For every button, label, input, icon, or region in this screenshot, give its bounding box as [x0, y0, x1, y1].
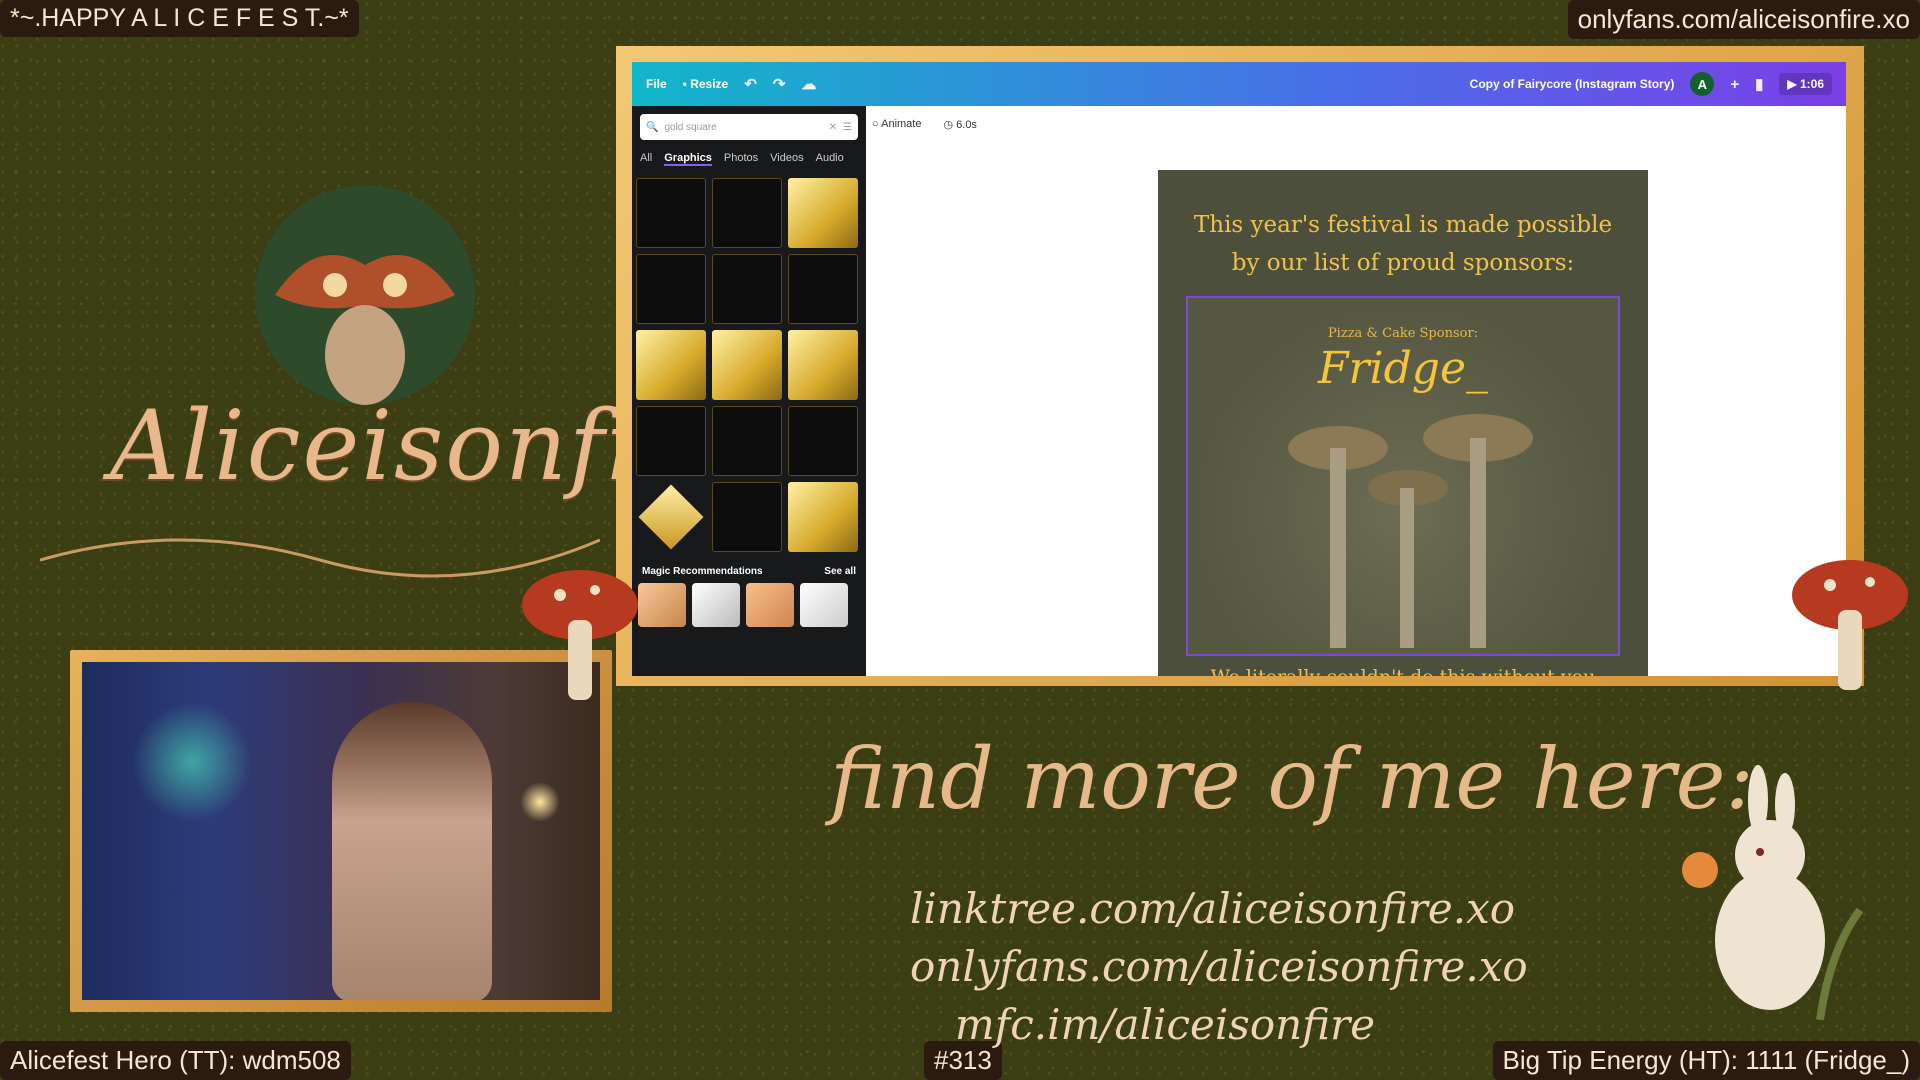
graphics-search-box[interactable]: 🔍 gold square ✕ ☰: [640, 114, 858, 140]
bunny-illustration: [1682, 765, 1864, 1020]
duration-button[interactable]: ◷ 6.0s: [943, 118, 976, 131]
webcam-feed: [82, 662, 600, 1000]
moth-mask-illustration: [255, 185, 475, 405]
mushroom-decoration-right: [1792, 560, 1908, 690]
logo-area: Aliceisonfire: [40, 60, 744, 580]
clock-icon: ◷: [943, 119, 954, 131]
magic-recommendations-header: Magic Recommendations See all: [632, 560, 866, 583]
promo-links: linktree.com/aliceisonfire.xo onlyfans.c…: [910, 880, 1528, 1054]
media-tabs: All Graphics Photos Videos Audio: [632, 148, 866, 170]
find-more-headline: find more of me here:: [830, 730, 1754, 828]
filter-icon[interactable]: ☰: [843, 122, 852, 133]
graphic-tile[interactable]: [712, 406, 782, 476]
graphic-tile[interactable]: [712, 254, 782, 324]
recommendation-tile[interactable]: [692, 583, 740, 627]
graphic-tile[interactable]: [712, 178, 782, 248]
graphic-tile[interactable]: [636, 178, 706, 248]
graphic-tile[interactable]: [712, 482, 782, 552]
mfc-link: mfc.im/aliceisonfire: [954, 1000, 1376, 1049]
sponsor-box[interactable]: Pizza & Cake Sponsor: Fridge_: [1186, 296, 1620, 656]
tab-photos[interactable]: Photos: [724, 152, 758, 166]
graphic-tile[interactable]: [636, 406, 706, 476]
graphic-tile[interactable]: [788, 482, 858, 552]
animate-icon: ○: [872, 118, 879, 130]
cloud-sync-icon[interactable]: ☁: [801, 75, 816, 93]
graphic-tile[interactable]: [788, 254, 858, 324]
resize-button[interactable]: • Resize: [683, 77, 729, 91]
graphic-tile[interactable]: [788, 178, 858, 248]
canva-editor: File • Resize ↶ ↷ ☁ Copy of Fairycore (I…: [632, 62, 1846, 676]
recommendation-tile[interactable]: [800, 583, 848, 627]
user-avatar[interactable]: A: [1690, 72, 1715, 96]
canva-screen-frame: File • Resize ↶ ↷ ☁ Copy of Fairycore (I…: [616, 46, 1864, 686]
graphic-tile[interactable]: [636, 482, 706, 552]
graphic-tile[interactable]: [788, 406, 858, 476]
alicefest-hero-label: Alicefest Hero (TT): wdm508: [0, 1041, 351, 1080]
neon-light: [132, 702, 252, 822]
clear-search-icon[interactable]: ✕: [829, 122, 837, 133]
magic-recommendations-title: Magic Recommendations: [642, 566, 763, 577]
canva-topbar: File • Resize ↶ ↷ ☁ Copy of Fairycore (I…: [632, 62, 1846, 106]
insights-chart-icon[interactable]: ▮: [1755, 75, 1763, 93]
design-footer[interactable]: We literally couldn't do this without yo…: [1158, 666, 1648, 676]
graphic-tile[interactable]: [636, 254, 706, 324]
recommendation-tile[interactable]: [638, 583, 686, 627]
document-title[interactable]: Copy of Fairycore (Instagram Story): [1470, 77, 1675, 91]
festival-title-label: *~.HAPPY A L I C E F E S T.~*: [0, 0, 359, 37]
undo-icon[interactable]: ↶: [744, 75, 757, 93]
magic-recommendations-row: [632, 583, 866, 627]
canva-toolbar: ○ Animate ◷ 6.0s: [872, 118, 977, 131]
animate-button[interactable]: ○ Animate: [872, 118, 921, 131]
vine-decoration: [40, 538, 600, 578]
lamp-light: [520, 782, 560, 822]
canva-sidebar: 🔍 gold square ✕ ☰ All Graphics Photos Vi…: [632, 106, 866, 676]
sponsor-label[interactable]: Pizza & Cake Sponsor:: [1188, 326, 1618, 341]
file-menu-button[interactable]: File: [646, 77, 667, 91]
tab-graphics[interactable]: Graphics: [664, 152, 712, 166]
tab-audio[interactable]: Audio: [816, 152, 844, 166]
present-play-button[interactable]: ▶ 1:06: [1779, 73, 1832, 95]
design-heading[interactable]: This year's festival is made possible by…: [1158, 206, 1648, 282]
sponsor-name[interactable]: Fridge_: [1188, 343, 1618, 394]
onlyfans-link: onlyfans.com/aliceisonfire.xo: [910, 942, 1528, 991]
tab-videos[interactable]: Videos: [770, 152, 803, 166]
graphics-grid: [632, 170, 866, 560]
graphic-tile[interactable]: [788, 330, 858, 400]
graphic-tile[interactable]: [636, 330, 706, 400]
tab-all[interactable]: All: [640, 152, 652, 166]
onlyfans-link-label: onlyfans.com/aliceisonfire.xo: [1567, 0, 1920, 39]
see-all-link[interactable]: See all: [824, 566, 856, 577]
mushroom-decoration-left: [522, 570, 638, 700]
graphic-tile[interactable]: [712, 330, 782, 400]
mushroom-illustration: [1288, 414, 1533, 648]
redo-icon[interactable]: ↷: [773, 75, 786, 93]
design-page[interactable]: This year's festival is made possible by…: [1158, 170, 1648, 676]
recommendation-tile[interactable]: [746, 583, 794, 627]
linktree-link: linktree.com/aliceisonfire.xo: [910, 884, 1516, 933]
big-tip-energy-label: Big Tip Energy (HT): 1111 (Fridge_): [1492, 1041, 1920, 1080]
streamer: [332, 702, 492, 1000]
search-input[interactable]: gold square: [664, 122, 822, 133]
search-icon: 🔍: [646, 121, 659, 133]
add-collaborator-icon[interactable]: +: [1730, 76, 1739, 93]
